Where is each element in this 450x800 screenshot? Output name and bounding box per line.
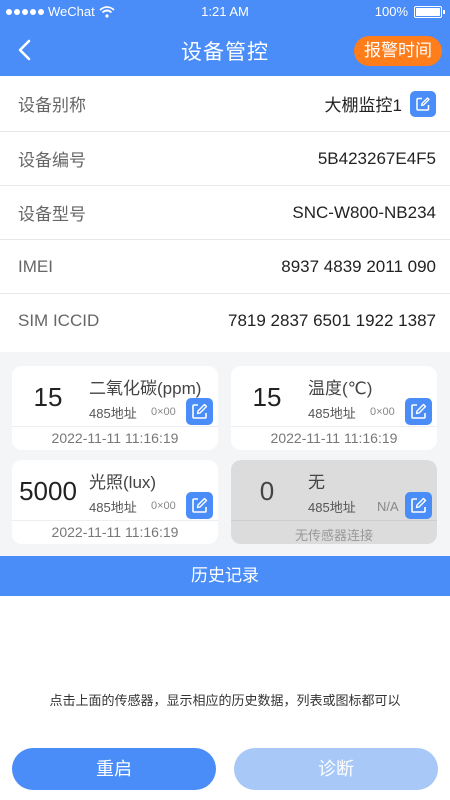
- sensor-card-empty[interactable]: 0 无 485地址 N/A 无传感器连接: [231, 460, 437, 544]
- alias-value: 大棚监控1: [324, 96, 402, 115]
- card-divider: [12, 520, 218, 521]
- battery-group: 100%: [374, 4, 445, 19]
- info-value: 大棚监控1: [324, 90, 436, 117]
- sensor-addr-label: 485地址: [89, 500, 137, 515]
- edit-icon: [416, 96, 430, 111]
- edit-alias-button[interactable]: [410, 90, 436, 117]
- info-label: 设备编号: [18, 151, 86, 170]
- card-divider: [12, 426, 218, 427]
- edit-icon[interactable]: [405, 492, 432, 519]
- diagnose-button[interactable]: 诊断: [234, 748, 438, 790]
- info-row-imei: IMEI 8937 4839 2011 090: [0, 240, 450, 294]
- sensor-addr-value: 0×00: [151, 406, 176, 418]
- sensor-name: 温度(℃): [308, 379, 373, 398]
- history-hint-text: 点击上面的传感器，显示相应的历史数据，列表或图标都可以: [49, 693, 401, 708]
- restart-button[interactable]: 重启: [12, 748, 216, 790]
- sensor-addr-label: 485地址: [308, 406, 356, 421]
- card-divider: [231, 520, 437, 521]
- battery-percent: 100%: [374, 4, 408, 19]
- history-header[interactable]: 历史记录: [0, 556, 450, 596]
- info-row-model: 设备型号 SNC-W800-NB234: [0, 186, 450, 240]
- alarm-time-button[interactable]: 报警时间: [354, 36, 442, 66]
- nav-bar: 设备管控 报警时间: [0, 24, 450, 76]
- info-row-serial: 设备编号 5B423267E4F5: [0, 132, 450, 186]
- info-value: 5B423267E4F5: [317, 148, 436, 168]
- edit-icon[interactable]: [405, 398, 432, 425]
- sensor-value: 15: [252, 382, 282, 412]
- sensor-name: 光照(lux): [89, 473, 157, 492]
- sensor-value: 0: [259, 476, 275, 506]
- sensor-grid: 15 二氧化碳(ppm) 485地址 0×00 2022-11-11 11:16…: [0, 352, 450, 556]
- edit-icon[interactable]: [186, 398, 213, 425]
- info-value: SNC-W800-NB234: [292, 202, 436, 222]
- sensor-addr-label: 485地址: [308, 500, 356, 515]
- battery-icon: [414, 5, 445, 18]
- info-label: 设备型号: [18, 205, 86, 224]
- sensor-addr-label: 485地址: [89, 406, 137, 421]
- sensor-name: 无: [308, 473, 325, 492]
- info-label: SIM ICCID: [18, 311, 100, 330]
- edit-icon[interactable]: [186, 492, 213, 519]
- sensor-addr-value: N/A: [377, 499, 399, 514]
- sensor-timestamp: 2022-11-11 11:16:19: [270, 430, 398, 446]
- sensor-timestamp: 2022-11-11 11:16:19: [51, 430, 179, 446]
- sensor-card-co2[interactable]: 15 二氧化碳(ppm) 485地址 0×00 2022-11-11 11:16…: [12, 366, 218, 450]
- status-bar: WeChat 1:21 AM 100%: [0, 0, 450, 24]
- info-label: 设备别称: [18, 96, 86, 115]
- sensor-card-temperature[interactable]: 15 温度(℃) 485地址 0×00 2022-11-11 11:16:19: [231, 366, 437, 450]
- sensor-value: 15: [33, 382, 63, 412]
- info-row-iccid: SIM ICCID 7819 2837 6501 1922 1387: [0, 294, 450, 348]
- sensor-timestamp: 2022-11-11 11:16:19: [51, 524, 179, 540]
- info-value: 8937 4839 2011 090: [281, 256, 436, 276]
- sensor-card-light[interactable]: 5000 光照(lux) 485地址 0×00 2022-11-11 11:16…: [12, 460, 218, 544]
- info-label: IMEI: [18, 256, 53, 276]
- sensor-addr-value: 0×00: [370, 406, 395, 418]
- card-divider: [231, 426, 437, 427]
- info-value: 7819 2837 6501 1922 1387: [228, 311, 436, 330]
- device-info-list: 设备别称 大棚监控1 设备编号 5B423267E4F5 设备型号 SNC-W8…: [0, 76, 450, 348]
- sensor-addr-value: 0×00: [151, 500, 176, 512]
- sensor-value: 5000: [19, 476, 77, 506]
- info-row-alias: 设备别称 大棚监控1: [0, 76, 450, 132]
- sensor-status-text: 无传感器连接: [294, 528, 373, 543]
- sensor-name: 二氧化碳(ppm): [89, 379, 202, 398]
